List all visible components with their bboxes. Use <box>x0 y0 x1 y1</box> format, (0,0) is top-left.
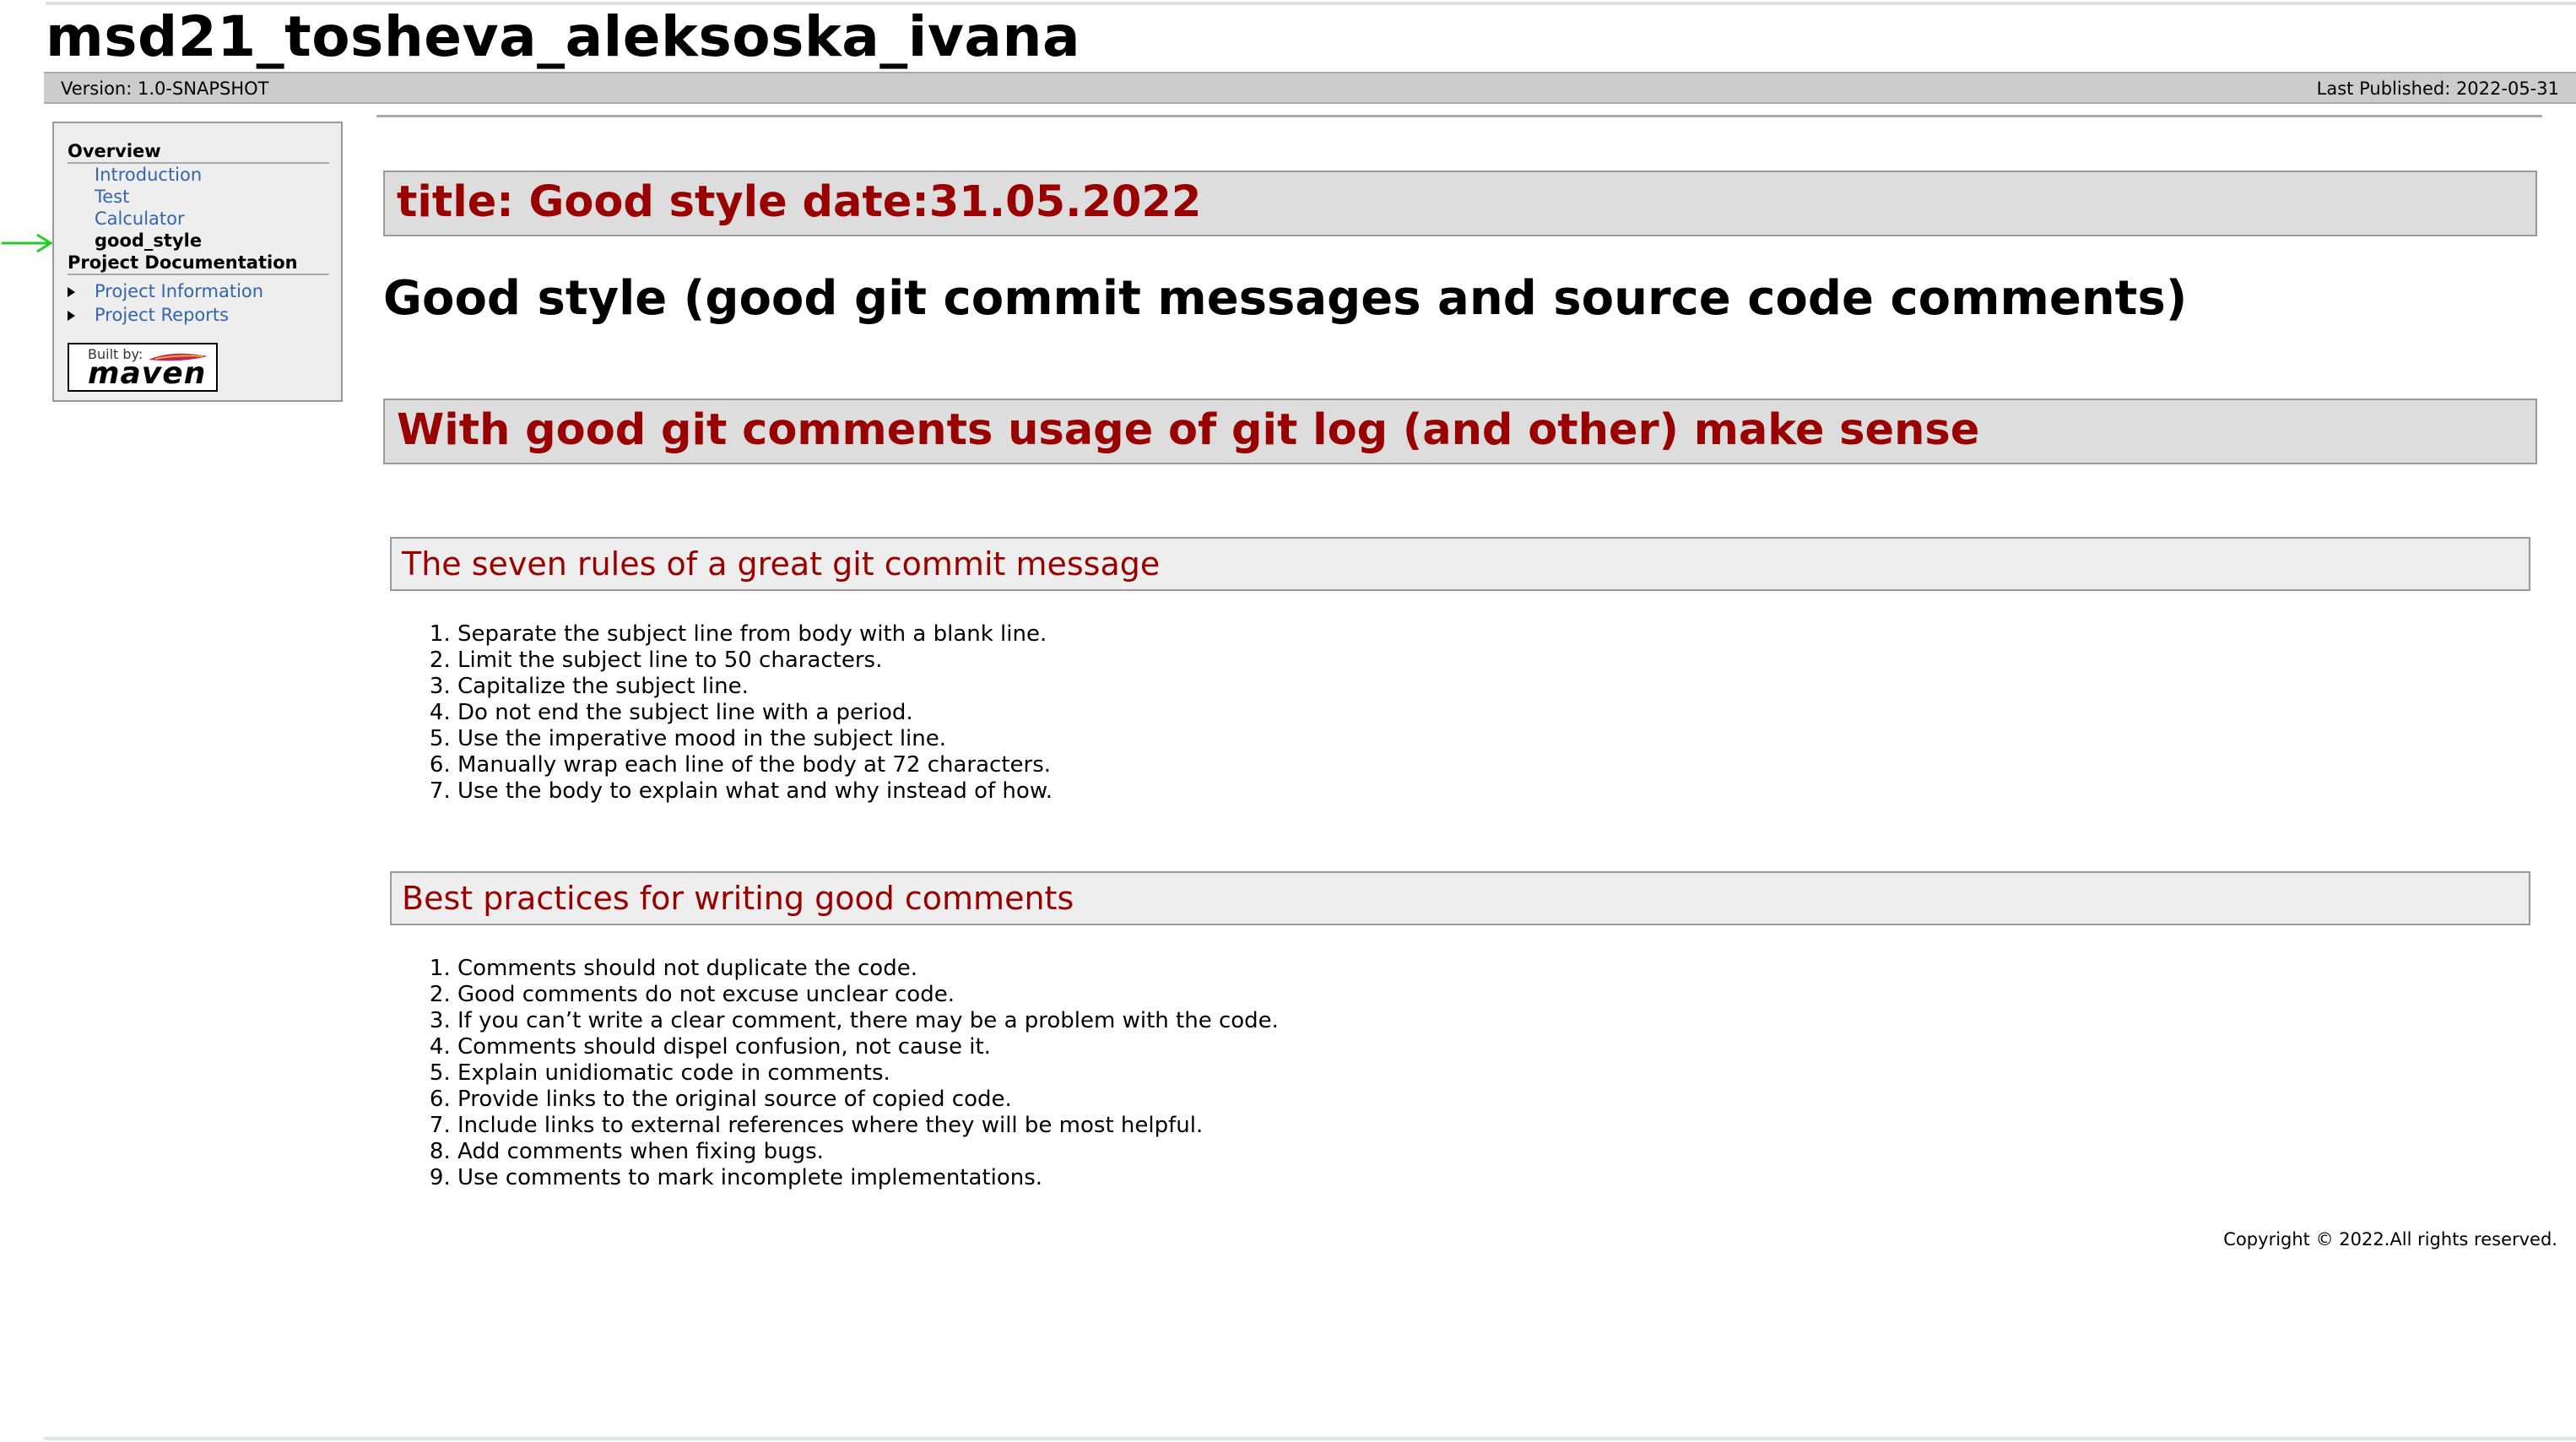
list-item: Use the imperative mood in the subject l… <box>457 726 1053 752</box>
bottom-rule <box>44 1437 2576 1440</box>
site-title: msd21_tosheva_aleksoska_ivana <box>46 4 1080 69</box>
commit-rules-heading: The seven rules of a great git commit me… <box>390 537 2530 591</box>
expand-arrow-icon[interactable] <box>68 287 75 297</box>
sidebar-nav: Overview Introduction Test Calculator go… <box>52 122 343 402</box>
list-item: Comments should dispel confusion, not ca… <box>457 1034 1279 1060</box>
sidebar-item-good-style: good_style <box>95 230 203 251</box>
pointer-arrow-icon <box>2 233 53 253</box>
banner-bar: Version: 1.0-SNAPSHOT Last Published: 20… <box>44 72 2576 104</box>
version-label: Version: 1.0-SNAPSHOT <box>61 79 269 99</box>
list-item: If you can’t write a clear comment, ther… <box>457 1008 1279 1034</box>
nav-heading-overview: Overview <box>68 140 329 164</box>
list-item: Add comments when fixing bugs. <box>457 1139 1279 1165</box>
list-item: Comments should not duplicate the code. <box>457 956 1279 982</box>
list-item: Provide links to the original source of … <box>457 1087 1279 1113</box>
list-item: Manually wrap each line of the body at 7… <box>457 752 1053 778</box>
list-item: Good comments do not excuse unclear code… <box>457 982 1279 1008</box>
list-item: Explain unidiomatic code in comments. <box>457 1060 1279 1087</box>
list-item: Do not end the subject line with a perio… <box>457 700 1053 726</box>
list-item: Include links to external references whe… <box>457 1113 1279 1139</box>
page-heading: Good style (good git commit messages and… <box>383 271 2188 326</box>
maven-logo-text: maven <box>88 356 207 391</box>
list-item: Separate the subject line from body with… <box>457 621 1053 648</box>
content-rule <box>376 115 2542 117</box>
list-item: Limit the subject line to 50 characters. <box>457 648 1053 674</box>
list-item: Use the body to explain what and why ins… <box>457 778 1053 805</box>
built-by-maven-badge[interactable]: Built by: maven <box>68 343 218 392</box>
sidebar-item-calculator[interactable]: Calculator <box>95 208 185 230</box>
sidebar-item-project-reports[interactable]: Project Reports <box>95 304 229 326</box>
sidebar-item-test[interactable]: Test <box>95 186 129 208</box>
expand-arrow-icon[interactable] <box>68 311 75 321</box>
sidebar-item-introduction[interactable]: Introduction <box>95 164 202 186</box>
section-heading: With good git comments usage of git log … <box>383 398 2537 464</box>
copyright-text: Copyright © 2022.All rights reserved. <box>2223 1229 2557 1250</box>
comment-practices-list: Comments should not duplicate the code. … <box>407 956 1279 1191</box>
comment-practices-heading: Best practices for writing good comments <box>390 871 2530 925</box>
nav-heading-project-documentation: Project Documentation <box>68 252 329 275</box>
title-date-heading: title: Good style date:31.05.2022 <box>383 171 2537 236</box>
list-item: Capitalize the subject line. <box>457 674 1053 700</box>
commit-rules-list: Separate the subject line from body with… <box>407 621 1053 805</box>
list-item: Use comments to mark incomplete implemen… <box>457 1165 1279 1191</box>
last-published-label: Last Published: 2022-05-31 <box>2316 79 2559 99</box>
sidebar-item-project-information[interactable]: Project Information <box>95 280 263 302</box>
